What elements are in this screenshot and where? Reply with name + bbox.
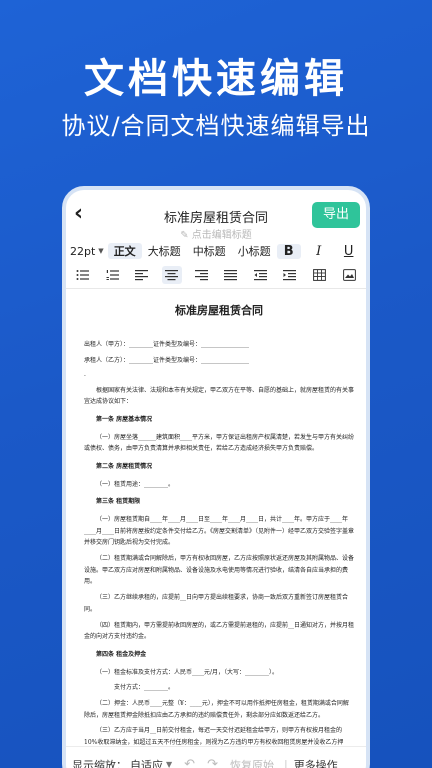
style-medium-heading[interactable]: 中标题 xyxy=(187,243,232,259)
article-1-heading: 第一条 房屋基本情况 xyxy=(96,415,153,423)
article-3-clause-3: （三）乙方继续承租的，应提前__日向甲方提出续租要求，协商一致后双方重新签订房屋… xyxy=(84,594,349,613)
undo-icon[interactable]: ↶ xyxy=(184,757,195,768)
outdent-icon[interactable] xyxy=(250,266,270,284)
zoom-value: 自适应 xyxy=(130,758,163,768)
align-left-icon[interactable] xyxy=(132,266,152,284)
bottom-bar: 显示缩放： 自适应 ▼ ↶ ↷ 恢复原始 | 更多操作 xyxy=(66,746,366,768)
bold-button[interactable]: B xyxy=(276,243,301,259)
redo-icon[interactable]: ↷ xyxy=(207,757,218,768)
align-right-icon[interactable] xyxy=(191,266,211,284)
paragraph-toolbar xyxy=(66,264,366,286)
export-button[interactable]: 导出 xyxy=(312,202,360,228)
article-3-clause-4: （四）租赁期内，甲方需提前收回房屋的，或乙方需提前退租的，应提前__日通知对方，… xyxy=(84,621,355,641)
document-title: 标准房屋租赁合同 xyxy=(175,304,263,317)
format-toolbar: 22pt ▼ 正文 大标题 中标题 小标题 B I U xyxy=(66,240,366,262)
restore-button[interactable]: 恢复原始 xyxy=(230,757,274,768)
style-large-heading[interactable]: 大标题 xyxy=(142,243,187,259)
indent-icon[interactable] xyxy=(280,266,300,284)
article-4-clause-1: （一）租金标准及支付方式：人民币____元/月，（大写：________）。 xyxy=(96,668,279,676)
chevron-down-icon: ▼ xyxy=(98,247,104,255)
font-size-value: 22pt xyxy=(70,244,96,258)
paragraph-dot: · xyxy=(84,372,86,380)
hero-title: 文档快速编辑 xyxy=(84,56,348,102)
zoom-select[interactable]: 显示缩放： 自适应 ▼ xyxy=(66,757,172,768)
edit-title-hint[interactable]: ✎ 点击编辑标题 xyxy=(66,226,366,241)
more-actions-label: 更多操作 xyxy=(293,758,338,768)
article-3-clause-1: （一）房屋租赁期自____年____月____日至____年____月____日… xyxy=(84,516,355,547)
article-4-clause-2: （二）押金：人民币____元整（¥：____元），押金不可以用作抵押任房租金，租… xyxy=(84,699,349,719)
hero-subtitle: 协议/合同文档快速编辑导出 xyxy=(61,112,371,140)
chevron-down-icon: ▼ xyxy=(166,760,173,768)
document-body[interactable]: 标准房屋租赁合同 出租人（甲方）：________证件类型及编号：_______… xyxy=(84,300,355,758)
article-4-heading: 第四条 租金及押金 xyxy=(96,650,147,658)
article-2-clause-1: （一）租赁用途：________。 xyxy=(96,480,175,488)
align-center-icon[interactable] xyxy=(161,266,182,284)
toolbar-divider xyxy=(66,288,366,289)
italic-button[interactable]: I xyxy=(307,244,331,259)
zoom-label: 显示缩放： xyxy=(72,758,127,768)
more-actions-button[interactable]: 更多操作 xyxy=(294,757,338,768)
intro-paragraph: 根据国家有关法律、法规和本市有关规定，甲乙双方在平等、自愿的基础上，就房屋租赁的… xyxy=(84,386,355,406)
style-body[interactable]: 正文 xyxy=(107,243,142,259)
separator: | xyxy=(283,758,288,768)
lessee-line: 承租人（乙方）：________证件类型及编号：________________ xyxy=(84,357,250,365)
font-size-select[interactable]: 22pt ▼ xyxy=(66,245,108,258)
underline-button[interactable]: U xyxy=(337,244,361,259)
image-icon[interactable] xyxy=(339,266,359,284)
table-icon[interactable] xyxy=(310,266,330,284)
article-1-clause-1: （一）房屋坐落______建筑面积____平方米，甲方保证出租房产权属清楚，若发… xyxy=(84,433,355,453)
align-justify-icon[interactable] xyxy=(221,266,241,284)
lessor-line: 出租人（甲方）：________证件类型及编号：________________ xyxy=(84,341,250,349)
bullet-list-icon[interactable] xyxy=(73,266,93,284)
article-4-payment-method: 支付方式：________。 xyxy=(114,684,175,692)
top-bar: ‹ 标准房屋租赁合同 ✎ 点击编辑标题 导出 xyxy=(66,190,366,241)
style-small-heading[interactable]: 小标题 xyxy=(232,243,277,259)
article-3-clause-2: （二）租赁期满或合同解除后，甲方有权收回房屋，乙方应按照原状返还房屋及其附属物品… xyxy=(84,555,355,586)
phone-mockup: ‹ 标准房屋租赁合同 ✎ 点击编辑标题 导出 22pt ▼ 正文 大标题 中标题… xyxy=(62,186,370,768)
article-2-heading: 第二条 房屋租赁情况 xyxy=(96,462,153,470)
article-3-heading: 第三条 租赁期限 xyxy=(96,498,141,506)
numbered-list-icon[interactable] xyxy=(102,266,122,284)
